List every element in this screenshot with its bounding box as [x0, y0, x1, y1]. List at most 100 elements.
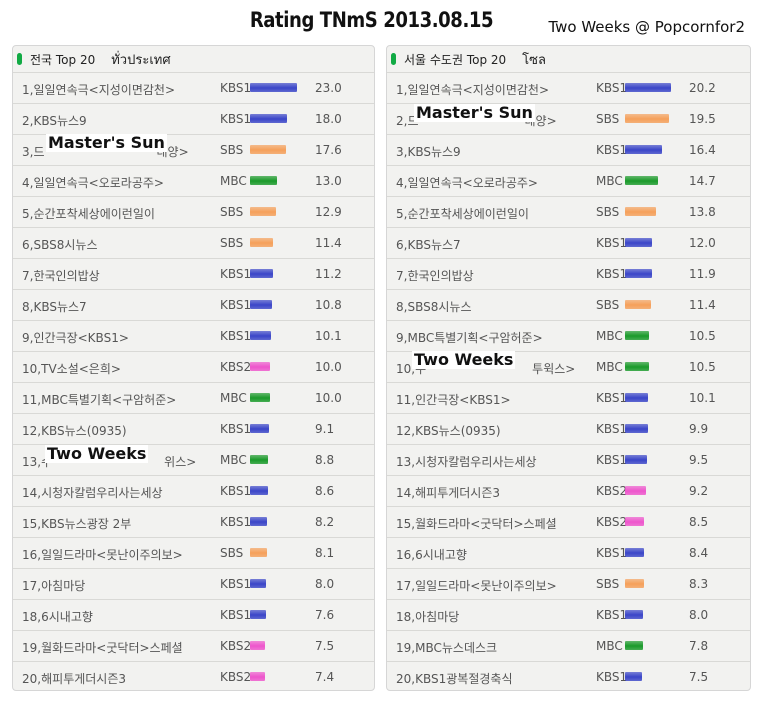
panel-header-label: 서울 수도권 Top 20: [404, 52, 507, 67]
rating-bar: [250, 517, 267, 526]
program-name: 15,월화드라마<굿닥터>스페셜: [396, 517, 557, 531]
channel-label: KBS2: [220, 360, 252, 374]
channel-label: KBS1: [220, 329, 252, 343]
rating-value: 10.5: [689, 329, 716, 343]
program-title: 일일연속극<지성이면감천>: [33, 83, 176, 97]
channel-label: SBS: [596, 112, 620, 126]
rating-bar: [250, 672, 265, 681]
rating-bar: [625, 455, 647, 464]
channel-label: KBS1: [596, 391, 628, 405]
program-title: KBS뉴스7: [33, 300, 87, 314]
program-name: 10,TV소설<은희>: [22, 362, 121, 376]
credit-text: Two Weeks @ Popcornfor2: [548, 18, 745, 36]
program-title: MBC특별기획<구암허준>: [407, 331, 543, 345]
program-title: 일일연속극<오로라공주>: [407, 176, 538, 190]
rating-bar: [625, 548, 644, 557]
program-rank: 11: [22, 393, 38, 407]
rating-value: 9.2: [689, 484, 709, 498]
ratings-row: 19,MBC뉴스데스크 MBC 7.8: [387, 630, 750, 661]
ratings-row: 3,KBS뉴스9 KBS1 16.4: [387, 134, 750, 165]
program-rank: 6: [396, 238, 404, 252]
overlay-caption: Two Weeks: [412, 350, 516, 369]
channel-label: SBS: [596, 577, 620, 591]
program-rank: 11: [396, 393, 412, 407]
channel-label: KBS1: [220, 298, 252, 312]
ratings-row: 19,월화드라마<굿닥터>스페셜 KBS2 7.5: [13, 630, 374, 661]
rating-value: 10.1: [689, 391, 716, 405]
program-name: 2,KBS뉴스9: [22, 114, 87, 128]
program-title: 시청자칼럼우리사는세상: [41, 486, 163, 500]
program-name: 18,6시내고향: [22, 610, 93, 624]
channel-label: MBC: [220, 174, 247, 188]
program-name: 19,MBC뉴스데스크: [396, 641, 498, 655]
program-rank: 19: [22, 641, 38, 655]
ratings-row: 5,순간포착세상에이런일이 SBS 13.8: [387, 196, 750, 227]
program-rank: 18: [396, 610, 412, 624]
channel-label: SBS: [220, 143, 244, 157]
program-rank: 13: [396, 455, 412, 469]
program-name: 9,MBC특별기획<구암허준>: [396, 331, 543, 345]
panel-header: 전국 Top 20 ทั่วประเทศ: [13, 46, 374, 72]
rating-value: 8.5: [689, 515, 709, 529]
program-name: 20,해피투게더시즌3: [22, 672, 127, 686]
channel-label: KBS1: [220, 484, 252, 498]
program-name: 7,한국인의밥상: [22, 269, 100, 283]
program-title-tail: 투윅스>: [532, 362, 576, 376]
program-name: 8,KBS뉴스7: [22, 300, 87, 314]
program-rank: 8: [396, 300, 404, 314]
program-rank: 8: [22, 300, 30, 314]
rating-value: 20.2: [689, 81, 716, 95]
program-rank: 18: [22, 610, 38, 624]
rating-bar: [250, 393, 270, 402]
program-rank: 3: [396, 145, 404, 159]
program-rank: 15: [22, 517, 38, 531]
overlay-caption: Master's Sun: [414, 103, 535, 122]
rating-value: 9.1: [315, 422, 335, 436]
rating-bar: [625, 238, 652, 247]
program-title-tail: 위스>: [164, 455, 197, 469]
ratings-row: 4,일일연속극<오로라공주> MBC 14.7: [387, 165, 750, 196]
rating-bar: [250, 486, 268, 495]
program-rank: 2: [396, 114, 404, 128]
program-name: 14,해피투게더시즌3: [396, 486, 501, 500]
program-rank: 4: [396, 176, 404, 190]
ratings-row: 9,인간극장<KBS1> KBS1 10.1: [13, 320, 374, 351]
rating-value: 13.8: [689, 205, 716, 219]
channel-label: KBS1: [596, 453, 628, 467]
ratings-row: 17,아침마당 KBS1 8.0: [13, 568, 374, 599]
ratings-row: 12,KBS뉴스(0935) KBS1 9.1: [13, 413, 374, 444]
program-title: SBS8시뉴스: [33, 238, 98, 252]
channel-label: MBC: [220, 453, 247, 467]
program-rank: 3: [22, 145, 30, 159]
channel-label: SBS: [220, 236, 244, 250]
overlay-caption: Two Weeks: [45, 444, 149, 463]
rating-value: 11.4: [315, 236, 342, 250]
program-title: 순간포착세상에이런일이: [33, 207, 155, 221]
program-title: KBS뉴스(0935): [41, 424, 127, 438]
panel-header: 서울 수도권 Top 20 โซล: [387, 46, 750, 72]
rating-value: 17.6: [315, 143, 342, 157]
ratings-row: 1,일일연속극<지성이면감천> KBS1 20.2: [387, 72, 750, 103]
channel-label: KBS1: [596, 267, 628, 281]
program-title: KBS뉴스9: [407, 145, 461, 159]
program-name: 8,SBS8시뉴스: [396, 300, 472, 314]
rating-value: 8.4: [689, 546, 709, 560]
channel-label: KBS1: [596, 422, 628, 436]
rating-value: 19.5: [689, 112, 716, 126]
program-name: 11,인간극장<KBS1>: [396, 393, 511, 407]
program-rank: 14: [396, 486, 412, 500]
rating-bar: [250, 238, 273, 247]
rating-bar: [250, 207, 276, 216]
program-name: 4,일일연속극<오로라공주>: [22, 176, 164, 190]
program-title: 월화드라마<굿닥터>스페셜: [41, 641, 183, 655]
channel-label: MBC: [596, 639, 623, 653]
program-rank: 13: [22, 455, 38, 469]
ratings-row: 6,KBS뉴스7 KBS1 12.0: [387, 227, 750, 258]
channel-label: KBS1: [220, 515, 252, 529]
program-title: SBS8시뉴스: [407, 300, 472, 314]
ratings-row: 5,순간포착세상에이런일이 SBS 12.9: [13, 196, 374, 227]
ratings-row: 11,인간극장<KBS1> KBS1 10.1: [387, 382, 750, 413]
overlay-caption: Master's Sun: [46, 133, 167, 152]
program-name: 20,KBS1광복절경축식: [396, 672, 513, 686]
program-rank: 4: [22, 176, 30, 190]
